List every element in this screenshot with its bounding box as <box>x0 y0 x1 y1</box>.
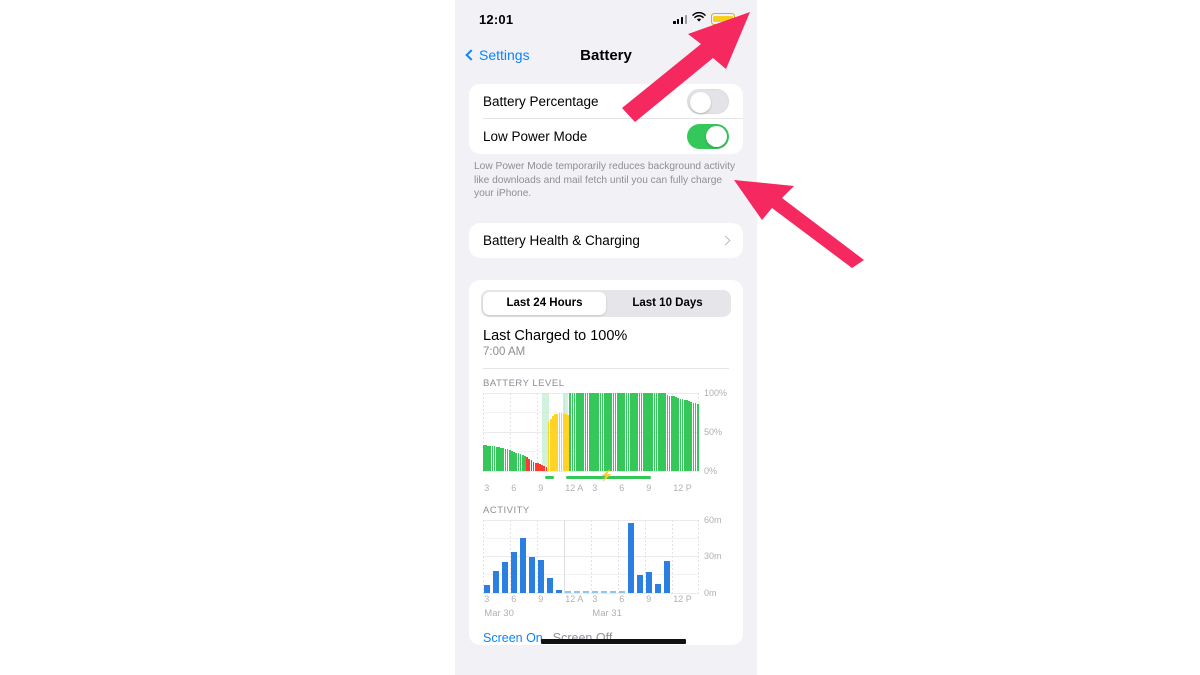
row-battery-percentage[interactable]: Battery Percentage <box>469 84 743 119</box>
x-tick-label: 6 <box>619 482 625 493</box>
activity-bar <box>538 559 544 593</box>
activity-bar <box>637 575 643 593</box>
x-tick-label: 3 <box>484 482 490 493</box>
activity-bar <box>646 571 652 593</box>
usage-range-segmented-control[interactable]: Last 24 Hours Last 10 Days <box>469 280 743 317</box>
date-label: Mar 30 <box>484 607 514 619</box>
chevron-right-icon <box>720 235 731 245</box>
y-tick-label: 30m <box>704 551 722 561</box>
activity-bar <box>502 562 508 593</box>
x-tick-label: 12 A <box>565 593 584 604</box>
tab-last-10-days[interactable]: Last 10 Days <box>606 292 729 315</box>
row-low-power-mode[interactable]: Low Power Mode <box>469 119 743 154</box>
charging-indicator-bar: ⚡ <box>483 469 699 482</box>
x-tick-label: 6 <box>619 593 625 604</box>
battery-health-label: Battery Health & Charging <box>483 232 640 248</box>
y-tick-label: 60m <box>704 514 722 525</box>
date-label: Mar 31 <box>592 607 622 619</box>
x-tick-label: 9 <box>538 593 544 604</box>
wifi-icon <box>692 10 706 28</box>
low-power-mode-footnote: Low Power Mode temporarily reduces backg… <box>474 161 736 199</box>
screenshot-root: 12:01 Settings Battery Battery Percentag… <box>0 0 1200 675</box>
lightning-bolt-icon: ⚡ <box>599 469 614 482</box>
battery-percentage-toggle[interactable] <box>687 89 729 114</box>
activity-date-axis: Mar 30 Mar 31 <box>483 607 699 622</box>
low-power-mode-toggle[interactable] <box>687 124 729 149</box>
activity-bar <box>628 523 634 593</box>
tab-last-24-hours[interactable]: Last 24 Hours <box>483 291 606 315</box>
status-bar-icons <box>673 10 737 28</box>
activity-bar <box>484 585 490 593</box>
row-battery-health[interactable]: Battery Health & Charging <box>469 223 743 258</box>
activity-bar <box>547 577 553 593</box>
x-tick-label: 9 <box>646 482 652 493</box>
x-tick-label: 3 <box>484 593 490 604</box>
activity-bar <box>493 570 499 593</box>
battery-low-power-icon <box>711 13 737 25</box>
nav-bar: Settings Battery <box>455 38 757 72</box>
battery-health-card: Battery Health & Charging <box>469 222 743 258</box>
gridline-vertical <box>483 519 484 593</box>
battery-level-header: BATTERY LEVEL <box>483 377 565 389</box>
battery-percentage-label: Battery Percentage <box>483 94 599 109</box>
battery-level-x-axis: 3 6 9 12 A 3 6 9 12 P <box>483 482 699 496</box>
toggle-knob <box>690 92 711 113</box>
last-charged-time: 7:00 AM <box>483 345 526 358</box>
status-bar: 12:01 <box>455 0 757 38</box>
y-tick-label: 100% <box>704 387 728 398</box>
gridline-vertical <box>618 519 619 593</box>
activity-y-axis: 0m 30m 60m <box>699 515 733 598</box>
gridline-vertical <box>591 519 592 593</box>
toggle-knob <box>706 126 727 147</box>
y-tick-label: 0% <box>704 465 718 476</box>
chevron-left-icon <box>465 49 477 61</box>
activity-bar <box>655 583 661 593</box>
x-tick-label: 9 <box>538 482 544 493</box>
status-bar-time: 12:01 <box>479 11 514 27</box>
gridline-horizontal <box>483 470 699 472</box>
redaction-bar <box>541 638 686 644</box>
chart-legend: Screen On Screen Off <box>469 622 743 645</box>
x-tick-label: 6 <box>511 482 517 493</box>
charging-segment <box>544 475 555 479</box>
legend-screen-on: Screen On <box>483 630 543 645</box>
page-title: Battery <box>580 46 632 64</box>
battery-level-chart[interactable]: 0% 50% 100% ⚡ 3 6 9 12 A 3 6 9 12 P <box>469 388 743 496</box>
back-button-label: Settings <box>479 47 530 63</box>
activity-plot-area <box>483 519 699 594</box>
activity-bar <box>520 537 526 593</box>
phone-screen: 12:01 Settings Battery Battery Percentag… <box>455 0 757 675</box>
battery-toggles-card: Battery Percentage Low Power Mode <box>469 84 743 154</box>
activity-bar <box>511 552 517 593</box>
x-tick-label: 6 <box>511 593 517 604</box>
activity-x-axis: 3 6 9 12 A 3 6 9 12 P <box>483 593 699 607</box>
x-tick-label: 9 <box>646 593 652 604</box>
gridline-vertical <box>564 519 565 593</box>
low-power-mode-label: Low Power Mode <box>483 129 588 144</box>
x-tick-label: 12 P <box>673 593 692 604</box>
activity-bar <box>529 557 535 593</box>
cellular-bars-icon <box>673 14 687 24</box>
gridline-vertical <box>537 392 538 471</box>
x-tick-label: 12 P <box>673 482 692 493</box>
gridline-vertical <box>672 519 673 593</box>
battery-level-plot-area <box>483 392 699 472</box>
battery-level-y-axis: 0% 50% 100% <box>699 388 733 476</box>
activity-chart[interactable]: 0m 30m 60m 3 6 9 12 A 3 6 9 12 P Mar 30 Mar 31 <box>469 515 743 622</box>
battery-usage-card: Last 24 Hours Last 10 Days Last Charged … <box>469 279 743 645</box>
y-tick-label: 50% <box>704 426 723 437</box>
activity-header: ACTIVITY <box>483 504 530 516</box>
last-charged-title: Last Charged to 100% <box>483 327 628 344</box>
back-to-settings-button[interactable]: Settings <box>465 38 530 72</box>
y-tick-label: 0m <box>704 587 717 598</box>
x-tick-label: 3 <box>592 593 598 604</box>
x-tick-label: 3 <box>592 482 598 493</box>
activity-bar <box>664 560 670 593</box>
x-tick-label: 12 A <box>565 482 584 493</box>
